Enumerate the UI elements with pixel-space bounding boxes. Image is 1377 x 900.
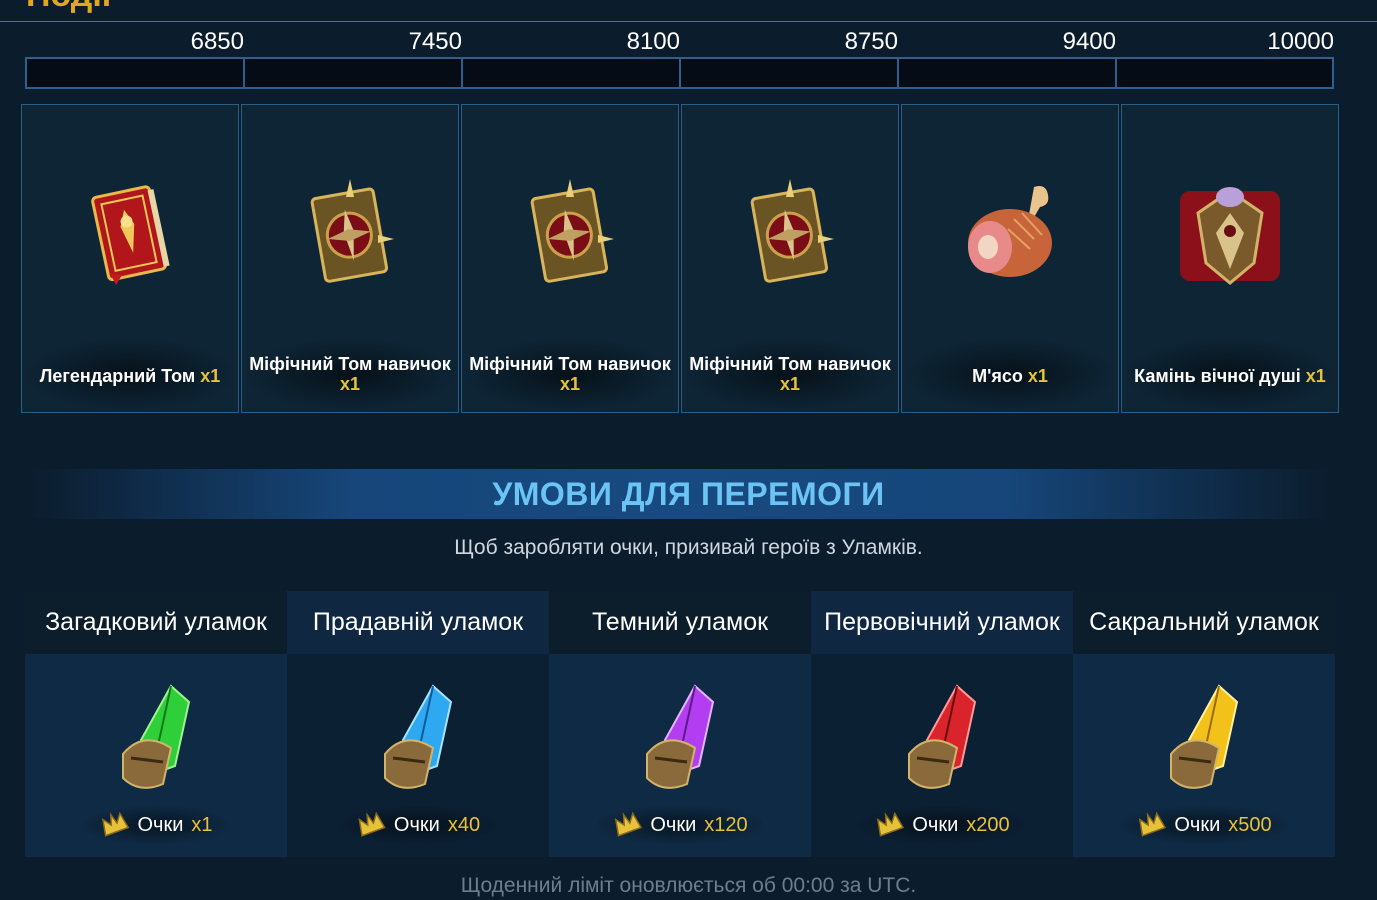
reward-name: Легендарний Том x1: [39, 366, 221, 386]
shard-name: Загадковий уламок: [25, 591, 287, 654]
legendary-tome-icon: [91, 185, 170, 285]
reward-quantity: x1: [339, 374, 361, 394]
shard-grid: Загадковий уламок Очки x1 Прадавній улам…: [25, 591, 1335, 857]
reward-quantity: x1: [200, 366, 221, 386]
reward-card[interactable]: М'ясо x1: [901, 104, 1119, 413]
points-count: x200: [966, 813, 1010, 836]
sacred-shard-icon: [1170, 684, 1239, 789]
shard-column: Прадавній уламок Очки x40: [287, 591, 549, 857]
shard-column: Загадковий уламок Очки x1: [25, 591, 287, 857]
section-title: УМОВИ ДЛЯ ПЕРЕМОГИ: [492, 476, 885, 512]
reward-quantity: x1: [779, 374, 801, 394]
progress-tick-label: 8750: [844, 28, 898, 55]
progress-segment-divider: [1115, 59, 1117, 87]
shard-column: Первовічний уламок Очки x200: [811, 591, 1073, 857]
shard-name: Темний уламок: [549, 591, 811, 654]
points-label: Очки: [650, 813, 697, 836]
reward-quantity: x1: [1027, 366, 1048, 386]
shard-name: Прадавній уламок: [287, 591, 549, 654]
reward-cards: Легендарний Том x1 Міфічний Том навичок x…: [21, 104, 1339, 413]
shard-name: Первовічний уламок: [811, 591, 1073, 654]
shard-name: Сакральний уламок: [1073, 591, 1335, 654]
shard-points: Очки x1: [83, 806, 229, 844]
reward-name: Міфічний Том навичок x1: [689, 354, 891, 394]
ancient-shard-icon: [384, 684, 453, 789]
progress-tick-label: 10000: [1267, 28, 1334, 55]
shard-points: Очки x500: [1120, 806, 1288, 844]
reward-card[interactable]: Легендарний Том x1: [21, 104, 239, 413]
progress-segment-divider: [679, 59, 681, 87]
page-title: Події: [26, 0, 111, 12]
mythical-skill-tome-icon: [310, 179, 394, 283]
crown-icon: [1138, 811, 1167, 837]
reward-card[interactable]: Міфічний Том навичок x1: [241, 104, 459, 413]
points-label: Очки: [393, 813, 440, 836]
progress-tick-label: 6850: [190, 28, 244, 55]
section-subtitle: Щоб заробляти очки, призивай героїв з Ул…: [454, 536, 923, 559]
progress-segment-divider: [897, 59, 899, 87]
progress-tick-label: 7450: [408, 28, 462, 55]
shard-points: Очки x40: [339, 806, 497, 844]
shard-column: Сакральний уламок Очки x500: [1073, 591, 1335, 857]
reward-quantity: x1: [1305, 366, 1326, 386]
meat-icon: [968, 186, 1052, 277]
points-label: Очки: [137, 813, 184, 836]
void-shard-icon: [646, 684, 715, 789]
reward-name: М'ясо x1: [972, 366, 1048, 386]
progress-segment-divider: [461, 59, 463, 87]
shard-column: Темний уламок Очки x120: [549, 591, 811, 857]
primal-shard-icon: [908, 684, 977, 789]
shard-points: Очки x200: [858, 806, 1026, 844]
daily-limit-note: Щоденний ліміт оновлюється об 00:00 за U…: [460, 874, 917, 897]
reward-name: Міфічний Том навичок x1: [469, 354, 671, 394]
points-progress-bar: [25, 57, 1334, 89]
shard-points: Очки x120: [596, 806, 764, 844]
reward-name: Камінь вічної душі x1: [1134, 366, 1326, 386]
crown-icon: [876, 811, 905, 837]
mythical-skill-tome-icon: [750, 179, 834, 283]
crown-icon: [358, 811, 386, 837]
mysterious-shard-icon: [122, 684, 191, 789]
points-count: x120: [704, 813, 748, 836]
points-label: Очки: [1174, 813, 1221, 836]
reward-card[interactable]: Міфічний Том навичок x1: [681, 104, 899, 413]
reward-card[interactable]: Камінь вічної душі x1: [1121, 104, 1339, 413]
header-divider: [0, 21, 1377, 22]
eternal-soul-stone-icon: [1180, 187, 1280, 285]
progress-tick-label: 9400: [1062, 28, 1116, 55]
mythical-skill-tome-icon: [530, 179, 614, 283]
points-count: x1: [191, 813, 213, 836]
points-count: x500: [1228, 813, 1272, 836]
reward-quantity: x1: [559, 374, 581, 394]
points-label: Очки: [912, 813, 959, 836]
reward-name: Міфічний Том навичок x1: [249, 354, 451, 394]
points-count: x40: [447, 813, 481, 836]
progress-tick-label: 8100: [626, 28, 680, 55]
reward-card[interactable]: Міфічний Том навичок x1: [461, 104, 679, 413]
progress-segment-divider: [243, 59, 245, 87]
crown-icon: [101, 811, 130, 837]
crown-icon: [614, 811, 643, 837]
